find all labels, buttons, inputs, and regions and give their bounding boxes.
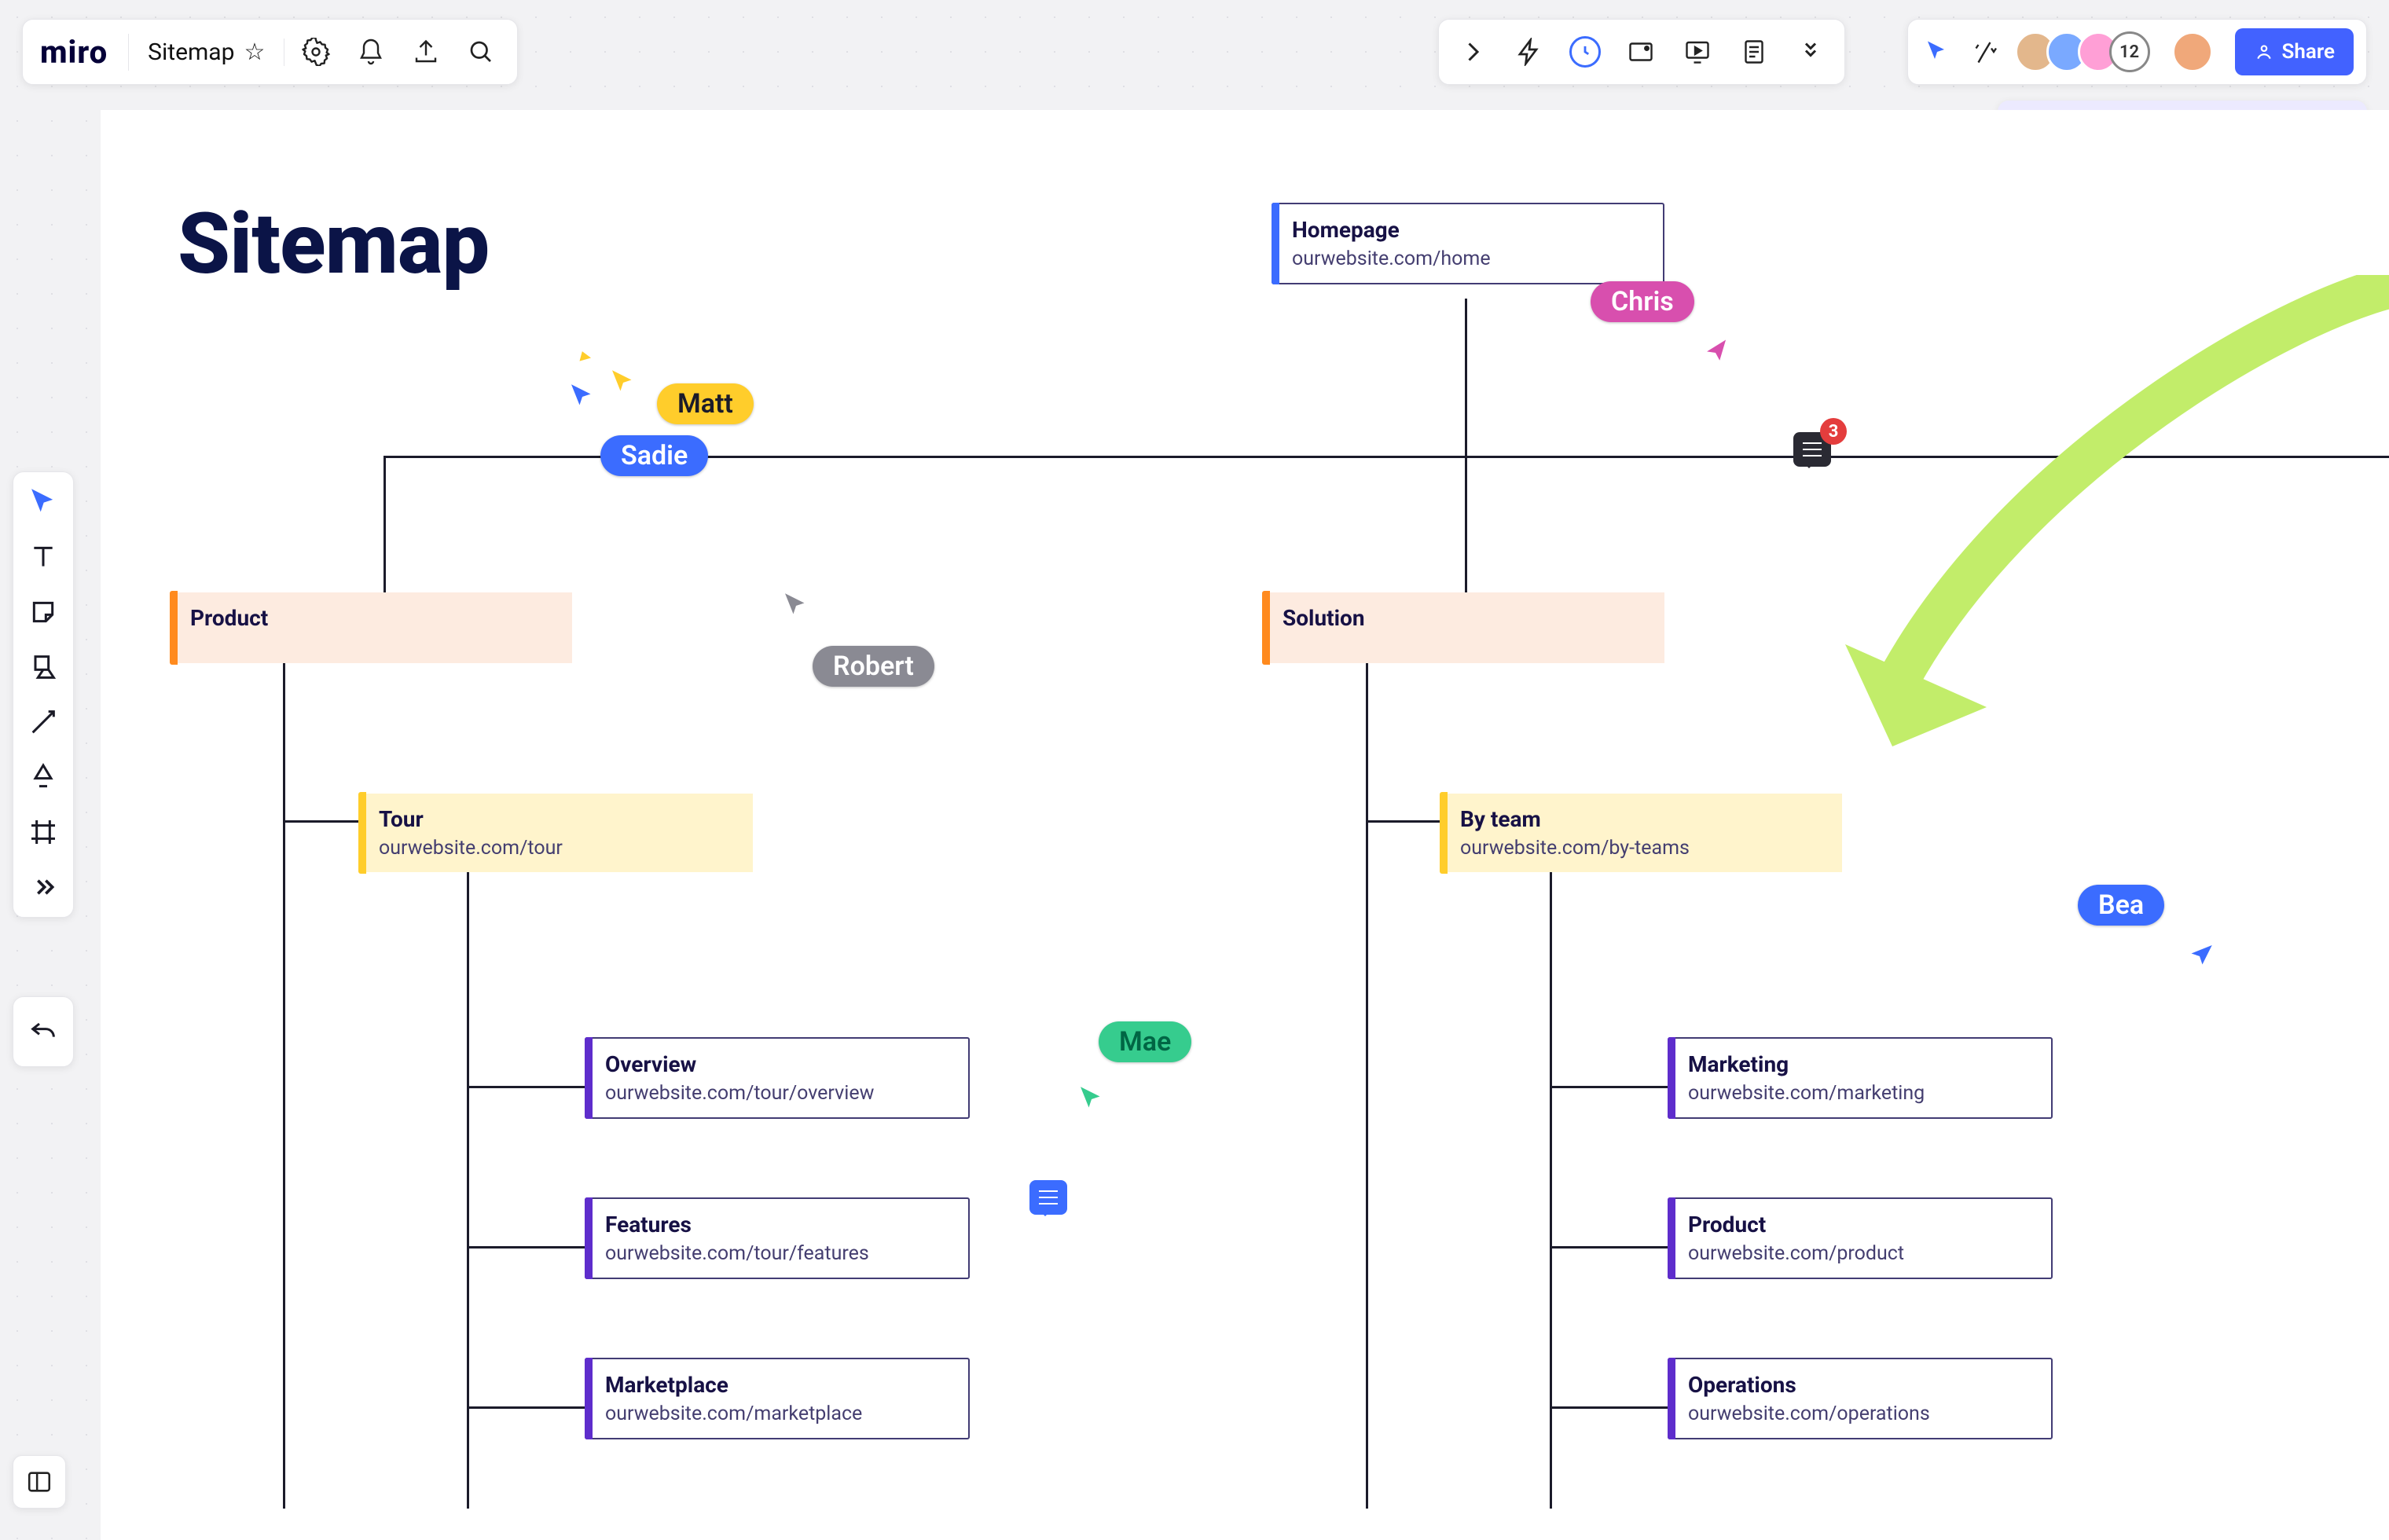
node-url: ourwebsite.com/by-teams	[1460, 837, 1823, 860]
avatar-overflow[interactable]: 12	[2109, 31, 2150, 72]
node-operations[interactable]: Operations ourwebsite.com/operations	[1668, 1358, 2053, 1439]
cursor-matt: Matt	[657, 383, 754, 424]
panel-toggle-icon[interactable]	[13, 1455, 66, 1509]
node-homepage[interactable]: Homepage ourwebsite.com/home	[1272, 203, 1664, 284]
cursor-arrow-icon	[2183, 940, 2216, 973]
more-tools-icon[interactable]	[26, 870, 61, 904]
notes-icon[interactable]	[1738, 35, 1771, 68]
left-toolbar	[13, 471, 74, 918]
top-left-toolbar: miro Sitemap ☆	[22, 19, 518, 85]
shape-tool-icon[interactable]	[26, 650, 61, 684]
connector	[1550, 1406, 1668, 1409]
node-solution[interactable]: Solution	[1264, 592, 1664, 663]
node-tour[interactable]: Tour ourwebsite.com/tour	[360, 794, 753, 872]
cursor-arrow-icon	[1697, 334, 1735, 372]
cursor-sadie: Sadie	[600, 435, 708, 476]
node-url: ourwebsite.com/marketplace	[605, 1402, 949, 1425]
pen-tool-icon[interactable]	[26, 760, 61, 794]
top-right-share: 12 Share	[1907, 19, 2367, 85]
connector	[467, 872, 469, 1509]
sticky-tool-icon[interactable]	[26, 595, 61, 629]
node-title: Solution	[1283, 605, 1646, 631]
canvas-frame[interactable]: Sitemap Homepage ourwebsite.com/home Pro…	[101, 110, 2389, 1540]
cursor-mae: Mae	[1099, 1021, 1191, 1062]
cursor-bea: Bea	[2078, 885, 2164, 926]
node-marketing[interactable]: Marketing ourwebsite.com/marketing	[1668, 1037, 2053, 1119]
text-tool-icon[interactable]	[26, 540, 61, 574]
connector	[1550, 1086, 1668, 1088]
node-title: By team	[1460, 806, 1823, 832]
node-title: Marketing	[1688, 1051, 2032, 1077]
node-byteam[interactable]: By team ourwebsite.com/by-teams	[1441, 794, 1842, 872]
cursor-mode-icon[interactable]	[1921, 35, 1954, 68]
left-toolbar-undo	[13, 996, 74, 1067]
node-title: Product	[190, 605, 553, 631]
node-url: ourwebsite.com/tour/features	[605, 1242, 949, 1265]
comment-count-badge: 3	[1820, 418, 1847, 445]
connector	[383, 456, 386, 597]
freehand-arrow	[1790, 275, 2389, 825]
node-title: Product	[1688, 1212, 2032, 1238]
bolt-icon[interactable]	[1513, 35, 1546, 68]
bell-icon[interactable]	[357, 38, 385, 66]
select-tool-icon[interactable]	[26, 485, 61, 519]
node-features[interactable]: Features ourwebsite.com/tour/features	[585, 1197, 970, 1279]
connector	[1465, 299, 1467, 456]
connector	[467, 1246, 585, 1248]
connector	[467, 1086, 585, 1088]
cursor-chris: Chris	[1591, 281, 1694, 322]
connector	[1465, 456, 1467, 597]
top-right-tools	[1438, 19, 1845, 85]
hide-frame-icon[interactable]	[1624, 35, 1657, 68]
chevron-right-icon[interactable]	[1456, 35, 1489, 68]
present-icon[interactable]	[1681, 35, 1714, 68]
node-url: ourwebsite.com/home	[1292, 248, 1644, 270]
node-title: Homepage	[1292, 217, 1644, 243]
frame-tool-icon[interactable]	[26, 815, 61, 849]
search-icon[interactable]	[467, 38, 495, 66]
cursor-arrow-icon	[566, 380, 599, 413]
share-button[interactable]: Share	[2235, 28, 2354, 75]
node-url: ourwebsite.com/tour	[379, 837, 734, 860]
settings-icon[interactable]	[302, 38, 330, 66]
timer-icon[interactable]	[1569, 36, 1601, 68]
reactions-icon[interactable]	[1968, 35, 2001, 68]
connector	[283, 660, 285, 1509]
undo-icon[interactable]	[26, 1014, 61, 1049]
node-marketplace[interactable]: Marketplace ourwebsite.com/marketplace	[585, 1358, 970, 1439]
connector	[1550, 1246, 1668, 1248]
node-title: Overview	[605, 1051, 949, 1077]
participant-avatars[interactable]: 12	[2015, 31, 2150, 72]
comment-icon[interactable]	[1029, 1180, 1067, 1215]
connector	[467, 1406, 585, 1409]
node-title: Operations	[1688, 1372, 2032, 1398]
node-title: Tour	[379, 806, 734, 832]
node-overview[interactable]: Overview ourwebsite.com/tour/overview	[585, 1037, 970, 1119]
board-title-text: Sitemap	[148, 38, 234, 66]
connector	[1366, 660, 1368, 1509]
line-tool-icon[interactable]	[26, 705, 61, 739]
node-url: ourwebsite.com/tour/overview	[605, 1082, 949, 1105]
more-icon[interactable]	[1794, 35, 1827, 68]
cursor-robert: Robert	[813, 646, 934, 687]
node-product[interactable]: Product	[171, 592, 572, 663]
node-title: Features	[605, 1212, 949, 1238]
connector	[1550, 872, 1552, 1509]
cursor-arrow-icon	[1075, 1083, 1108, 1116]
miro-logo[interactable]: miro	[40, 34, 129, 71]
page-title: Sitemap	[178, 195, 489, 294]
node-url: ourwebsite.com/product	[1688, 1242, 2032, 1265]
star-icon[interactable]: ☆	[244, 38, 265, 66]
export-icon[interactable]	[412, 38, 440, 66]
node-product2[interactable]: Product ourwebsite.com/product	[1668, 1197, 2053, 1279]
node-url: ourwebsite.com/marketing	[1688, 1082, 2032, 1105]
cursor-arrow-icon	[780, 589, 813, 622]
node-url: ourwebsite.com/operations	[1688, 1402, 2032, 1425]
node-title: Marketplace	[605, 1372, 949, 1398]
user-avatar[interactable]	[2172, 31, 2213, 72]
board-title[interactable]: Sitemap ☆	[129, 38, 284, 66]
share-button-label: Share	[2282, 40, 2335, 64]
